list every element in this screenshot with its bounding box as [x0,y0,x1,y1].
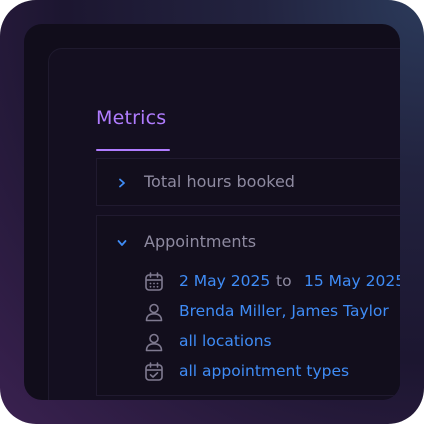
tab-active-indicator [96,149,170,151]
staff-link[interactable]: Brenda Miller, James Taylor [179,302,389,320]
user-icon [145,333,163,352]
chevron-right-icon[interactable] [117,178,127,188]
filter-staff: Brenda Miller, James Taylor [143,300,400,324]
calendar-check-icon [145,362,163,381]
section-title-appointments[interactable]: Appointments [144,232,256,251]
appointment-types-link[interactable]: all appointment types [179,362,349,380]
date-from-link[interactable]: 2 May 2025 [179,272,270,290]
metrics-panel: Metrics Total hours booked Appointments [48,48,400,400]
filter-date-range: 2 May 2025 to 15 May 2025 [143,270,400,294]
section-total-hours[interactable]: Total hours booked [96,158,400,206]
filter-locations: all locations [143,330,400,354]
calendar-icon [145,272,163,291]
section-title-total-hours: Total hours booked [144,172,295,191]
user-icon [145,303,163,322]
date-separator: to [276,272,292,290]
locations-link[interactable]: all locations [179,332,272,350]
section-appointments: Appointments 2 May 2025 to 15 May 2025 B… [96,215,400,396]
app-window: Metrics Total hours booked Appointments [24,24,400,400]
chevron-down-icon[interactable] [117,238,127,248]
filter-appointment-types: all appointment types [143,360,400,384]
date-to-link[interactable]: 15 May 2025 [304,272,400,290]
tab-metrics[interactable]: Metrics [96,107,166,129]
app-frame: Metrics Total hours booked Appointments [0,0,424,424]
